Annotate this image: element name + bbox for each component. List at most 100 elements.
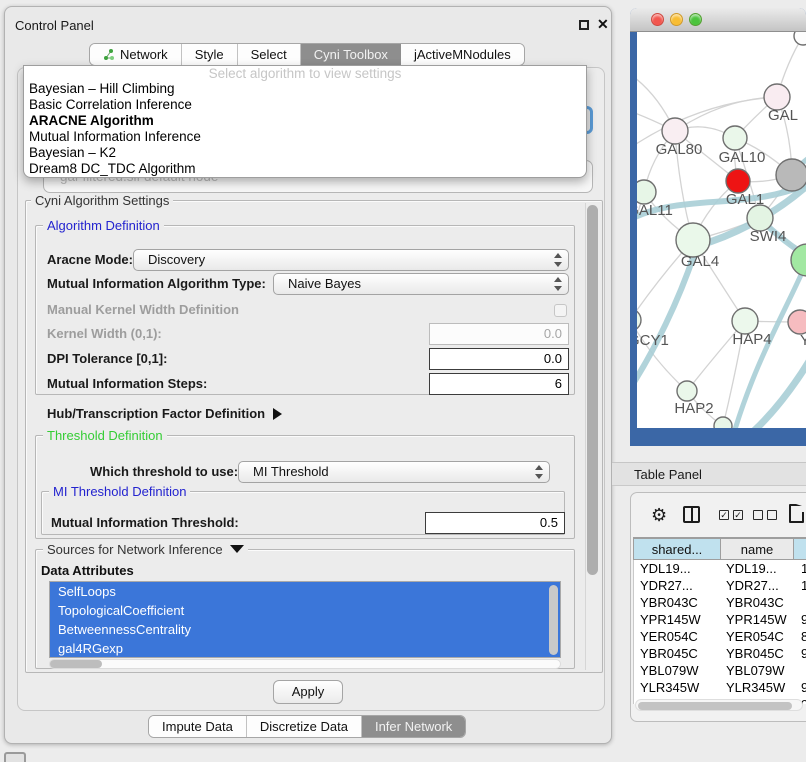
sources-group-title[interactable]: Sources for Network Inference bbox=[43, 542, 248, 557]
table-cell: YLR345W bbox=[722, 679, 795, 696]
column-header-name[interactable]: name bbox=[721, 538, 794, 560]
screen: Control Panel ✕ Network Style Select Cyn… bbox=[0, 0, 806, 762]
network-node[interactable] bbox=[776, 159, 806, 191]
minimize-traffic-light[interactable] bbox=[670, 13, 683, 26]
gear-icon[interactable]: ⚙ bbox=[651, 503, 667, 527]
list-hscrollbar-thumb[interactable] bbox=[50, 660, 102, 668]
tab-style[interactable]: Style bbox=[182, 44, 238, 65]
algorithm-option[interactable]: Bayesian – Hill Climbing bbox=[24, 81, 586, 97]
dock-grid-icon[interactable] bbox=[4, 752, 26, 762]
table-cell: 13 bbox=[795, 560, 806, 577]
table-row[interactable]: YDR27...YDR27...12 bbox=[634, 577, 806, 594]
mi-type-label: Mutual Information Algorithm Type: bbox=[47, 273, 266, 295]
table-cell: YBR043C bbox=[634, 594, 722, 611]
list-scrollbar-thumb[interactable] bbox=[549, 585, 558, 655]
checkbox-unchecked-icon[interactable] bbox=[767, 510, 777, 520]
algorithm-option[interactable]: Basic Correlation Inference bbox=[24, 97, 586, 113]
kernel-width-input[interactable]: 0.0 bbox=[429, 323, 569, 345]
tab-select[interactable]: Select bbox=[238, 44, 301, 65]
aracne-mode-label: Aracne Mode: bbox=[47, 249, 133, 271]
list-hscrollbar[interactable] bbox=[49, 659, 561, 669]
table-cell: YDL19... bbox=[722, 560, 795, 577]
table-cell: 9. bbox=[795, 679, 806, 696]
mi-type-combo[interactable]: Naive Bayes bbox=[273, 273, 569, 295]
algorithm-option[interactable]: Bayesian – K2 bbox=[24, 145, 586, 161]
apply-button[interactable]: Apply bbox=[273, 680, 343, 704]
which-threshold-combo[interactable]: MI Threshold bbox=[238, 461, 550, 483]
column-header-shared-name[interactable]: shared... bbox=[633, 538, 721, 560]
column-header-partial[interactable] bbox=[794, 538, 806, 560]
expander-down-icon bbox=[230, 545, 244, 553]
manual-kernel-checkbox[interactable] bbox=[554, 304, 567, 317]
table-panel-titlebar: Table Panel bbox=[612, 462, 806, 486]
tab-label: Network bbox=[120, 47, 168, 62]
table-row[interactable]: YBR045CYBR045C9. bbox=[634, 645, 806, 662]
tab-cyni-toolbox[interactable]: Cyni Toolbox bbox=[301, 44, 401, 65]
network-node[interactable] bbox=[677, 381, 697, 401]
columns-icon[interactable] bbox=[683, 506, 700, 523]
attribute-item[interactable]: gal4RGexp bbox=[50, 639, 560, 658]
mi-steps-label: Mutual Information Steps: bbox=[47, 373, 207, 395]
hub-definition-expander[interactable]: Hub/Transcription Factor Definition bbox=[47, 405, 282, 423]
algorithm-option[interactable]: Dream8 DC_TDC Algorithm bbox=[24, 161, 586, 177]
mi-steps-input[interactable]: 6 bbox=[429, 373, 569, 395]
document-icon[interactable] bbox=[789, 504, 804, 523]
table-row[interactable]: YBL079WYBL079W bbox=[634, 662, 806, 679]
attribute-item[interactable]: BetweennessCentrality bbox=[50, 620, 560, 639]
close-icon[interactable]: ✕ bbox=[597, 16, 609, 33]
float-window-icon[interactable] bbox=[579, 20, 589, 30]
tab-network[interactable]: Network bbox=[90, 44, 182, 65]
algorithm-option[interactable]: ARACNE Algorithm bbox=[24, 113, 586, 129]
dpi-tolerance-input[interactable]: 0.0 bbox=[429, 348, 569, 370]
control-panel-title: Control Panel bbox=[15, 18, 94, 33]
node-label: GAL4 bbox=[681, 253, 719, 270]
zoom-traffic-light[interactable] bbox=[689, 13, 702, 26]
cyni-bottom-tabs: Impute Data Discretize Data Infer Networ… bbox=[148, 715, 466, 738]
network-node[interactable] bbox=[714, 417, 732, 428]
control-panel-tabs: Network Style Select Cyni Toolbox jActiv… bbox=[89, 43, 525, 66]
table-row[interactable]: YPR145WYPR145W9. bbox=[634, 611, 806, 628]
expander-right-icon bbox=[273, 408, 282, 420]
network-node[interactable] bbox=[676, 223, 710, 257]
network-node[interactable] bbox=[637, 309, 641, 331]
node-label: GAL80 bbox=[656, 141, 703, 158]
mi-threshold-input[interactable]: 0.5 bbox=[425, 512, 565, 534]
tab-infer-network[interactable]: Infer Network bbox=[362, 716, 465, 737]
node-label: Y bbox=[800, 332, 806, 349]
aracne-mode-combo[interactable]: Discovery bbox=[133, 249, 569, 271]
data-attributes-list[interactable]: SelfLoopsTopologicalCoefficientBetweenne… bbox=[49, 581, 561, 658]
tab-discretize-data[interactable]: Discretize Data bbox=[247, 716, 362, 737]
settings-scrollbar-thumb[interactable] bbox=[587, 205, 598, 575]
attribute-item[interactable]: TopologicalCoefficient bbox=[50, 601, 560, 620]
algorithm-option[interactable]: Mutual Information Inference bbox=[24, 129, 586, 145]
table-cell: YDR27... bbox=[722, 577, 795, 594]
table-cell bbox=[795, 594, 806, 611]
network-window-titlebar[interactable] bbox=[630, 8, 806, 32]
attribute-item[interactable]: SelfLoops bbox=[50, 582, 560, 601]
table-hscrollbar-thumb[interactable] bbox=[638, 702, 792, 710]
network-node[interactable] bbox=[794, 32, 806, 45]
combo-arrows-icon bbox=[553, 276, 562, 292]
checkbox-unchecked-icon[interactable] bbox=[753, 510, 763, 520]
checkbox-checked-icon[interactable]: ✓ bbox=[719, 510, 729, 520]
table-row[interactable]: YDL19...YDL19...13 bbox=[634, 560, 806, 577]
table-hscrollbar[interactable] bbox=[635, 699, 803, 711]
tab-jactivemnodules[interactable]: jActiveMNodules bbox=[401, 44, 524, 65]
network-node[interactable] bbox=[788, 310, 806, 334]
table-panel-title: Table Panel bbox=[634, 467, 702, 482]
network-canvas[interactable]: GALGAL80GAL10GAL1GAL11SWI4GAL4GCY1HAP4YH… bbox=[637, 32, 806, 428]
table-cell: YER054C bbox=[722, 628, 795, 645]
network-icon bbox=[103, 48, 115, 61]
network-node[interactable] bbox=[723, 126, 747, 150]
tab-impute-data[interactable]: Impute Data bbox=[149, 716, 247, 737]
table-cell: YBR045C bbox=[722, 645, 795, 662]
table-row[interactable]: YER054CYER054C8. bbox=[634, 628, 806, 645]
close-traffic-light[interactable] bbox=[651, 13, 664, 26]
network-node[interactable] bbox=[637, 180, 656, 204]
table-row[interactable]: YBR043CYBR043C bbox=[634, 594, 806, 611]
table-cell: YDR27... bbox=[634, 577, 722, 594]
checkbox-checked-icon[interactable]: ✓ bbox=[733, 510, 743, 520]
network-node[interactable] bbox=[726, 169, 750, 193]
table-cell: YER054C bbox=[634, 628, 722, 645]
table-row[interactable]: YLR345WYLR345W9. bbox=[634, 679, 806, 696]
